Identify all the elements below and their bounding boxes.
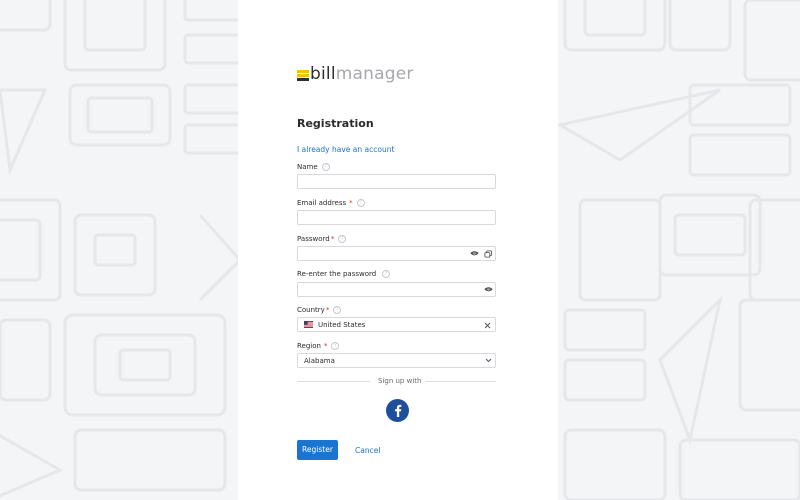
chevron-down-icon[interactable] [485, 358, 492, 363]
us-flag-icon [304, 321, 313, 328]
eye-closed-icon[interactable] [470, 250, 479, 258]
register-button[interactable]: Register [297, 440, 338, 460]
clear-icon[interactable] [484, 322, 491, 329]
email-input[interactable] [297, 210, 496, 225]
logo-text-bill: bill [310, 64, 336, 84]
help-icon[interactable]: ? [321, 163, 330, 171]
country-label: Country * ? [297, 306, 342, 314]
email-label: Email address * ? [297, 199, 365, 207]
help-icon[interactable]: ? [338, 235, 347, 243]
region-label: Region * ? [297, 342, 340, 350]
page-title: Registration [297, 117, 374, 130]
country-value: United States [318, 321, 366, 329]
eye-closed-icon[interactable] [484, 286, 493, 294]
divider-left [297, 381, 370, 382]
name-label-text: Name [297, 163, 318, 171]
divider-right [425, 381, 496, 382]
logo-text-manager: manager [335, 64, 414, 84]
password-label-text: Password [297, 235, 330, 243]
facebook-login-button[interactable] [386, 399, 409, 422]
password-confirm-label-text: Re-enter the password [297, 270, 377, 278]
required-mark: * [330, 235, 335, 243]
sign-up-with-text: Sign up with [378, 377, 422, 385]
help-icon[interactable]: ? [331, 342, 340, 350]
region-select[interactable]: Alabama [297, 353, 496, 368]
copy-icon[interactable] [484, 250, 493, 258]
facebook-icon [394, 404, 401, 417]
help-icon[interactable]: ? [333, 306, 342, 314]
help-icon[interactable]: ? [356, 199, 365, 207]
name-input[interactable] [297, 174, 496, 189]
logo-mark-icon [297, 68, 309, 81]
required-mark: * [349, 199, 353, 207]
country-label-text: Country [297, 306, 325, 314]
country-select[interactable]: United States [297, 317, 496, 332]
password-label: Password * ? [297, 235, 347, 243]
required-mark: * [325, 306, 330, 314]
cancel-button[interactable]: Cancel [355, 446, 380, 455]
password-confirm-label: Re-enter the password ? [297, 270, 391, 278]
region-value: Alabama [304, 357, 335, 365]
name-label: Name ? [297, 163, 330, 171]
email-label-text: Email address [297, 199, 347, 207]
region-label-text: Region [297, 342, 321, 350]
help-icon[interactable]: ? [382, 270, 391, 278]
password-input[interactable] [297, 246, 496, 261]
login-link[interactable]: I already have an account [297, 145, 394, 154]
required-mark: * [323, 342, 328, 350]
logo-text: billmanager [310, 64, 414, 84]
password-confirm-input[interactable] [297, 282, 496, 297]
billmanager-logo: billmanager [297, 64, 414, 84]
